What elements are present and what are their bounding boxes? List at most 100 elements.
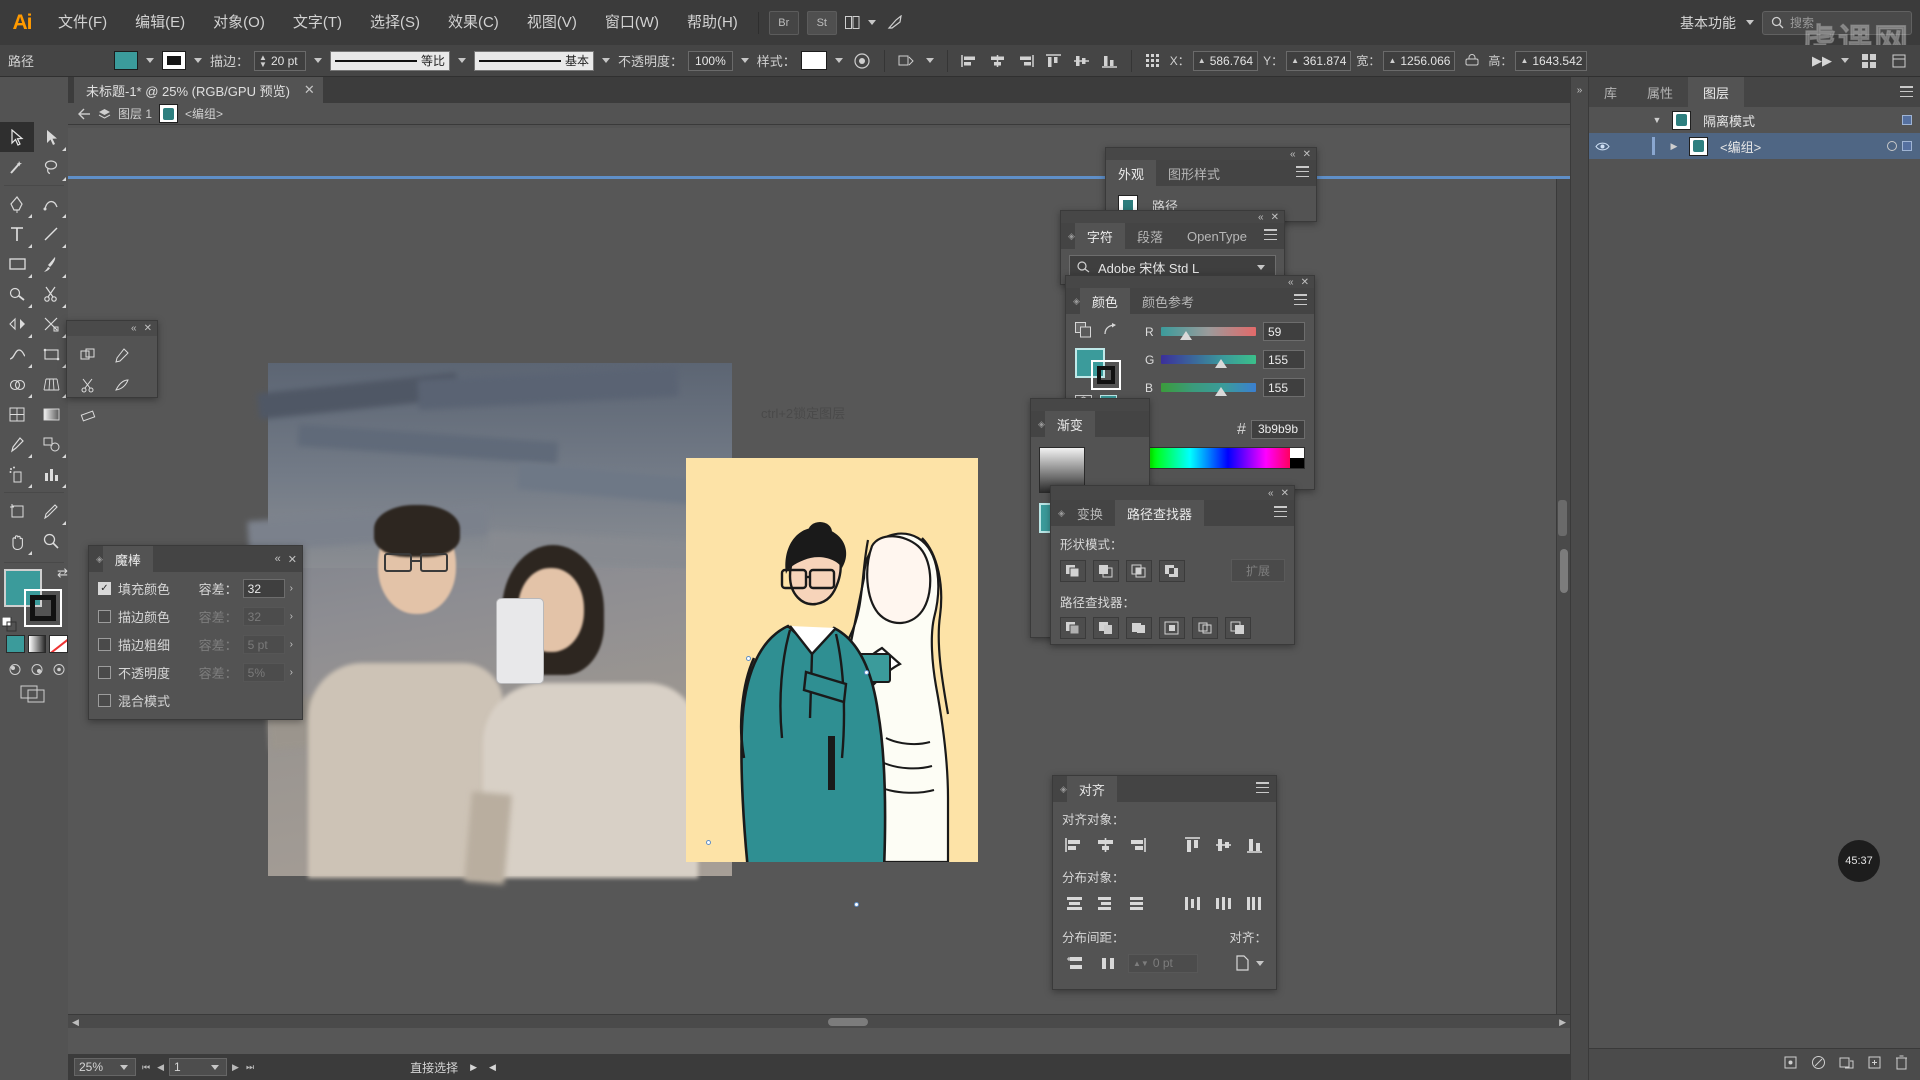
magic-wand-row-stroke-color[interactable]: 描边颜色 容差： 32 ›	[98, 607, 293, 626]
stock-button[interactable]: St	[806, 10, 837, 35]
tab-pathfinder[interactable]: 路径查找器	[1114, 500, 1204, 526]
tool-direct-selection[interactable]	[34, 122, 68, 152]
page-dropdown-icon[interactable]	[211, 1064, 220, 1070]
align-top-objects-icon[interactable]	[1180, 834, 1204, 856]
align-center-h-icon[interactable]	[986, 50, 1009, 72]
draw-normal-icon[interactable]	[6, 661, 24, 677]
y-position-field[interactable]: ▲ 361.874	[1286, 50, 1352, 71]
x-stepper-icon[interactable]: ▲	[1198, 57, 1206, 65]
trim-icon[interactable]	[1093, 617, 1119, 639]
stroke-stepper-icon[interactable]: ▲ ▼	[259, 53, 267, 68]
distribute-top-icon[interactable]	[1062, 892, 1086, 914]
tool-pen[interactable]	[0, 189, 34, 219]
color-titlebar[interactable]: « ✕	[1066, 276, 1314, 288]
tool-scale[interactable]	[34, 309, 68, 339]
appearance-collapse-icon[interactable]: «	[1290, 149, 1296, 160]
fill-tolerance-arrow-icon[interactable]: ›	[290, 583, 293, 594]
tool-rectangle[interactable]	[0, 249, 34, 279]
tool-mesh[interactable]	[0, 399, 34, 429]
w-stepper-icon[interactable]: ▲	[1388, 57, 1396, 65]
tab-paragraph[interactable]: 段落	[1125, 223, 1175, 249]
tool-strip-scissors[interactable]	[71, 370, 105, 400]
align-grip-icon[interactable]: ◈	[1053, 776, 1067, 802]
tab-layers[interactable]: 图层	[1688, 77, 1745, 107]
style-swatch[interactable]	[800, 51, 827, 70]
dock-collapse-button[interactable]: »	[1571, 77, 1589, 1080]
brush-definition-field[interactable]: 基本	[474, 50, 595, 71]
close-tab-icon[interactable]: ✕	[304, 82, 315, 98]
tool-zoom[interactable]	[34, 526, 68, 556]
color-mode-solid[interactable]	[6, 635, 25, 653]
tool-shape-builder[interactable]	[0, 369, 34, 399]
overflow-dropdown-icon[interactable]	[1841, 58, 1849, 63]
gradient-titlebar[interactable]	[1031, 399, 1149, 411]
opacity-dropdown-icon[interactable]	[740, 58, 749, 63]
color-menu-icon[interactable]	[1294, 294, 1307, 305]
intersect-icon[interactable]	[1126, 559, 1152, 582]
minus-back-icon[interactable]	[1225, 617, 1251, 639]
tab-libraries[interactable]: 库	[1589, 77, 1632, 107]
layer-selection-indicator[interactable]	[1902, 115, 1912, 125]
align-left-icon[interactable]	[958, 50, 981, 72]
menu-type[interactable]: 文字(T)	[279, 0, 356, 45]
magic-wand-row-opacity[interactable]: 不透明度 容差： 5% ›	[98, 663, 293, 682]
align-to-dropdown-icon[interactable]	[1256, 960, 1264, 966]
bridge-button[interactable]: Br	[768, 10, 799, 35]
character-close-icon[interactable]: ✕	[1271, 212, 1279, 223]
appearance-close-icon[interactable]: ✕	[1303, 149, 1311, 160]
tab-transform[interactable]: 变换	[1065, 500, 1115, 526]
appearance-menu-icon[interactable]	[1296, 166, 1309, 177]
tool-rotate[interactable]	[0, 309, 34, 339]
stroke-dropdown-icon[interactable]	[194, 58, 203, 63]
workspace-name[interactable]: 基本功能	[1674, 13, 1742, 33]
divide-icon[interactable]	[1060, 617, 1086, 639]
tool-blend[interactable]	[34, 429, 68, 459]
draw-behind-icon[interactable]	[28, 661, 46, 677]
pathfinder-titlebar[interactable]: « ✕	[1051, 486, 1294, 500]
zoom-dropdown-icon[interactable]	[120, 1064, 128, 1070]
opacity-tolerance-arrow-icon[interactable]: ›	[290, 667, 293, 678]
magic-wand-panel[interactable]: ◈ 魔棒 « ✕ ✓ 填充颜色 容差： 32 › 描边颜色 容差： 32 › 描…	[88, 545, 303, 720]
r-slider-track[interactable]	[1161, 327, 1256, 340]
draw-inside-icon[interactable]	[50, 661, 68, 677]
tool-strip-knife[interactable]	[105, 370, 139, 400]
b-value[interactable]: 155	[1263, 378, 1305, 397]
character-titlebar[interactable]: « ✕	[1061, 211, 1284, 223]
screen-mode-toggle[interactable]	[20, 685, 68, 703]
outline-icon[interactable]	[1192, 617, 1218, 639]
stroke-color-checkbox[interactable]	[98, 610, 111, 623]
search-box[interactable]: 搜索	[1762, 10, 1912, 35]
layer-selection-indicator[interactable]	[1902, 141, 1912, 151]
tab-opentype[interactable]: OpenType	[1175, 223, 1259, 249]
opacity-checkbox[interactable]	[98, 666, 111, 679]
horizontal-scroll-thumb[interactable]	[828, 1018, 868, 1026]
align-bottom-icon[interactable]	[1098, 50, 1121, 72]
menu-object[interactable]: 对象(O)	[199, 0, 279, 45]
menu-edit[interactable]: 编辑(E)	[121, 0, 199, 45]
make-clipping-mask-icon[interactable]	[1811, 1055, 1826, 1075]
opacity-mask-icon[interactable]	[851, 50, 874, 72]
tool-slice[interactable]	[34, 496, 68, 526]
default-fill-stroke-icon[interactable]	[1, 616, 18, 633]
distribute-center-h-icon[interactable]	[1211, 892, 1235, 914]
layer-row-group[interactable]: ▶ <编组>	[1589, 133, 1920, 159]
layer-row-isolation-mode[interactable]: ▼ 隔离模式	[1589, 107, 1920, 133]
create-new-layer-icon[interactable]	[1867, 1055, 1882, 1075]
profile-dropdown-icon[interactable]	[458, 58, 467, 63]
align-right-icon[interactable]	[1014, 50, 1037, 72]
stroke-color-tolerance-value[interactable]: 32	[242, 607, 285, 626]
arrange-documents-icon[interactable]	[841, 12, 864, 34]
opacity-value[interactable]: 100%	[688, 50, 733, 71]
tab-color[interactable]: 颜色	[1079, 288, 1130, 314]
stroke-weight-dropdown-icon[interactable]	[314, 58, 323, 63]
collapse-icon[interactable]: «	[275, 553, 281, 565]
stroke-weight-tolerance-arrow-icon[interactable]: ›	[290, 639, 293, 650]
transform-icon[interactable]	[895, 50, 918, 72]
tool-type[interactable]	[0, 219, 34, 249]
style-dropdown-icon[interactable]	[834, 58, 843, 63]
tool-scissors[interactable]	[34, 279, 68, 309]
layer-target-indicator[interactable]	[1887, 141, 1897, 151]
vertical-scrollbar[interactable]	[1556, 179, 1570, 1014]
character-collapse-icon[interactable]: «	[1258, 212, 1264, 223]
tool-symbol-sprayer[interactable]	[0, 459, 34, 489]
